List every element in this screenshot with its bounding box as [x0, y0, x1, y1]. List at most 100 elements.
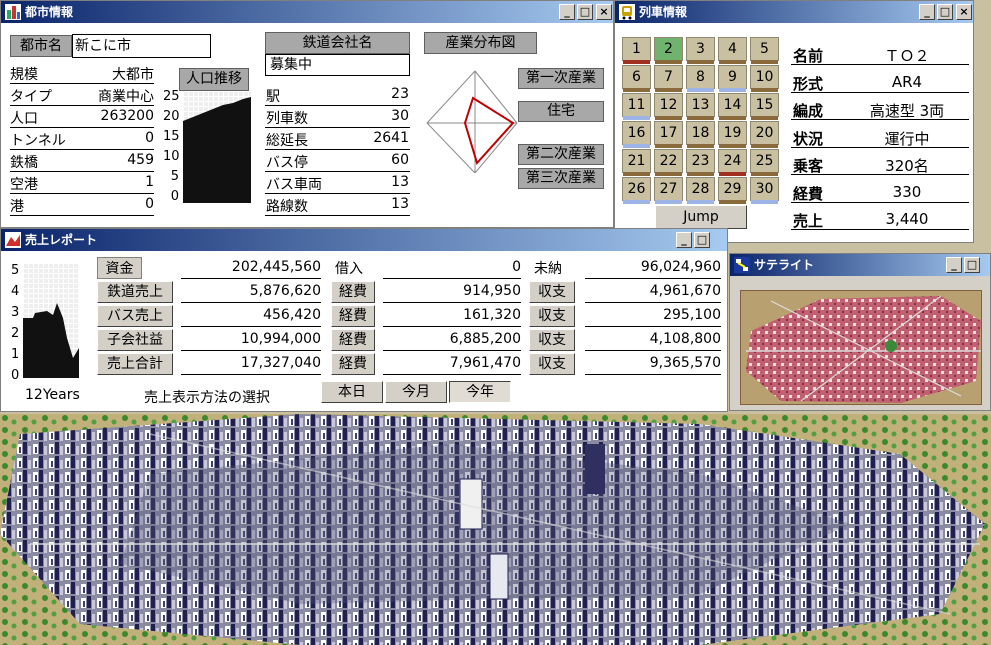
train-cell-26[interactable]: 26 [622, 177, 651, 204]
sales-row-button[interactable]: 鉄道売上 [97, 281, 173, 303]
city-name-field[interactable]: 新こに市 [72, 34, 211, 58]
jump-button[interactable]: Jump [655, 205, 747, 229]
satellite-window[interactable]: サテライト _ □ [729, 253, 991, 411]
sales-row-button[interactable]: 売上合計 [97, 353, 173, 375]
sales-tab-1[interactable]: 本日 [321, 381, 383, 403]
close-button[interactable]: × [596, 4, 612, 20]
train-cell-25[interactable]: 25 [750, 149, 779, 176]
train-cell-30[interactable]: 30 [750, 177, 779, 204]
train-cell-27[interactable]: 27 [654, 177, 683, 204]
minimize-button[interactable]: _ [946, 257, 962, 273]
rail-stat-value: 60 [391, 152, 409, 168]
industry-radar-line [463, 96, 515, 165]
train-cell-5[interactable]: 5 [750, 37, 779, 64]
train-cell-19[interactable]: 19 [718, 121, 747, 148]
train-cell-23[interactable]: 23 [686, 149, 715, 176]
train-cell-28[interactable]: 28 [686, 177, 715, 204]
city-info-window[interactable]: 都市情報 _ □ × 都市名 新こに市 規模 大都市 タイプ 商業中心 人口 263200… [0, 0, 614, 228]
sales-tick: 3 [11, 305, 20, 320]
maximize-button[interactable]: □ [577, 4, 593, 20]
maximize-button[interactable]: □ [937, 4, 953, 20]
train-cell-9[interactable]: 9 [718, 65, 747, 92]
sales-row-value: 17,327,040 [181, 353, 321, 375]
train-cell-2[interactable]: 2 [654, 37, 683, 64]
train-cell-22[interactable]: 22 [654, 149, 683, 176]
city-info-titlebar[interactable]: 都市情報 _ □ × [1, 1, 613, 23]
balance-button[interactable]: 収支 [529, 353, 575, 375]
rail-company-field[interactable]: 募集中 [265, 54, 410, 76]
train-cell-11[interactable]: 11 [622, 93, 651, 120]
train-info-window[interactable]: 列車情報 _ □ × 1 2 3 4 5 6 7 8 9 10 11 12 13 14 15 16 17 18 19… [614, 0, 974, 243]
train-cell-8[interactable]: 8 [686, 65, 715, 92]
train-info-titlebar[interactable]: 列車情報 _ □ × [615, 1, 973, 23]
train-cell-10[interactable]: 10 [750, 65, 779, 92]
train-cell-number: 4 [728, 41, 737, 57]
rail-stat-label: バス停 [266, 155, 308, 171]
sales-tick: 1 [11, 347, 20, 362]
train-cell-16[interactable]: 16 [622, 121, 651, 148]
train-cell-17[interactable]: 17 [654, 121, 683, 148]
train-status-stripe [623, 88, 650, 92]
sales-report-window[interactable]: 売上レポート _ □ 5 4 3 2 1 0 12Years 資金 202,445,560 借… [0, 228, 728, 412]
city-info-label: 鉄橋 [10, 155, 38, 171]
satellite-titlebar[interactable]: サテライト _ □ [730, 254, 990, 276]
population-trend-label: 人口推移 [179, 68, 249, 91]
sales-report-titlebar[interactable]: 売上レポート _ □ [1, 229, 727, 251]
balance-button[interactable]: 収支 [529, 329, 575, 351]
minimize-button[interactable]: _ [676, 232, 692, 248]
train-info-value: 高速型 3両 [869, 102, 945, 120]
balance-button[interactable]: 収支 [529, 305, 575, 327]
close-button[interactable]: × [956, 4, 972, 20]
expense-button[interactable]: 経費 [331, 305, 375, 327]
maximize-button[interactable]: □ [964, 257, 980, 273]
expense-button[interactable]: 経費 [331, 329, 375, 351]
balance-button[interactable]: 収支 [529, 281, 575, 303]
train-cell-number: 26 [627, 181, 646, 197]
train-cell-3[interactable]: 3 [686, 37, 715, 64]
train-cell-4[interactable]: 4 [718, 37, 747, 64]
train-cell-number: 13 [691, 97, 710, 113]
sales-tab-3[interactable]: 今年 [449, 381, 511, 403]
train-cell-21[interactable]: 21 [622, 149, 651, 176]
train-info-label: 乗客 [793, 157, 824, 175]
rail-stat-label: 駅 [266, 89, 280, 105]
train-cell-1[interactable]: 1 [622, 37, 651, 64]
satellite-map[interactable] [740, 290, 982, 405]
industry-label: 第三次産業 [518, 168, 604, 189]
sales-tab-2[interactable]: 今月 [385, 381, 447, 403]
expense-button[interactable]: 経費 [331, 281, 375, 303]
train-cell-20[interactable]: 20 [750, 121, 779, 148]
train-info-label: 名前 [793, 47, 824, 65]
minimize-button[interactable]: _ [919, 4, 935, 20]
city-info-value: 459 [127, 152, 154, 168]
city-info-value: 大都市 [112, 67, 154, 83]
train-cell-number: 2 [664, 41, 673, 57]
expense-button[interactable]: 経費 [331, 353, 375, 375]
sales-row-button[interactable]: バス売上 [97, 305, 173, 327]
train-cell-7[interactable]: 7 [654, 65, 683, 92]
sales-report-title: 売上レポート [25, 233, 98, 247]
city-view[interactable] [0, 414, 991, 645]
train-cell-13[interactable]: 13 [686, 93, 715, 120]
train-cell-18[interactable]: 18 [686, 121, 715, 148]
train-cell-number: 21 [627, 153, 646, 169]
industry-map-button[interactable]: 産業分布図 [424, 32, 537, 54]
train-cell-number: 30 [755, 181, 774, 197]
train-cell-29[interactable]: 29 [718, 177, 747, 204]
minimize-button[interactable]: _ [559, 4, 575, 20]
satellite-map-image [741, 291, 981, 404]
train-cell-15[interactable]: 15 [750, 93, 779, 120]
city-info-label: 人口 [10, 111, 38, 127]
train-cell-24[interactable]: 24 [718, 149, 747, 176]
train-cell-12[interactable]: 12 [654, 93, 683, 120]
maximize-button[interactable]: □ [694, 232, 710, 248]
train-status-stripe [687, 172, 714, 176]
city-info-label: 規模 [10, 67, 38, 83]
city-info-value: 0 [145, 196, 154, 212]
sales-row-value3: 4,961,670 [585, 281, 721, 303]
train-info-label: 経費 [793, 184, 824, 203]
sales-row-button[interactable]: 子会社益 [97, 329, 173, 351]
train-cell-6[interactable]: 6 [622, 65, 651, 92]
train-cell-14[interactable]: 14 [718, 93, 747, 120]
train-info-value: 320名 [885, 157, 929, 175]
